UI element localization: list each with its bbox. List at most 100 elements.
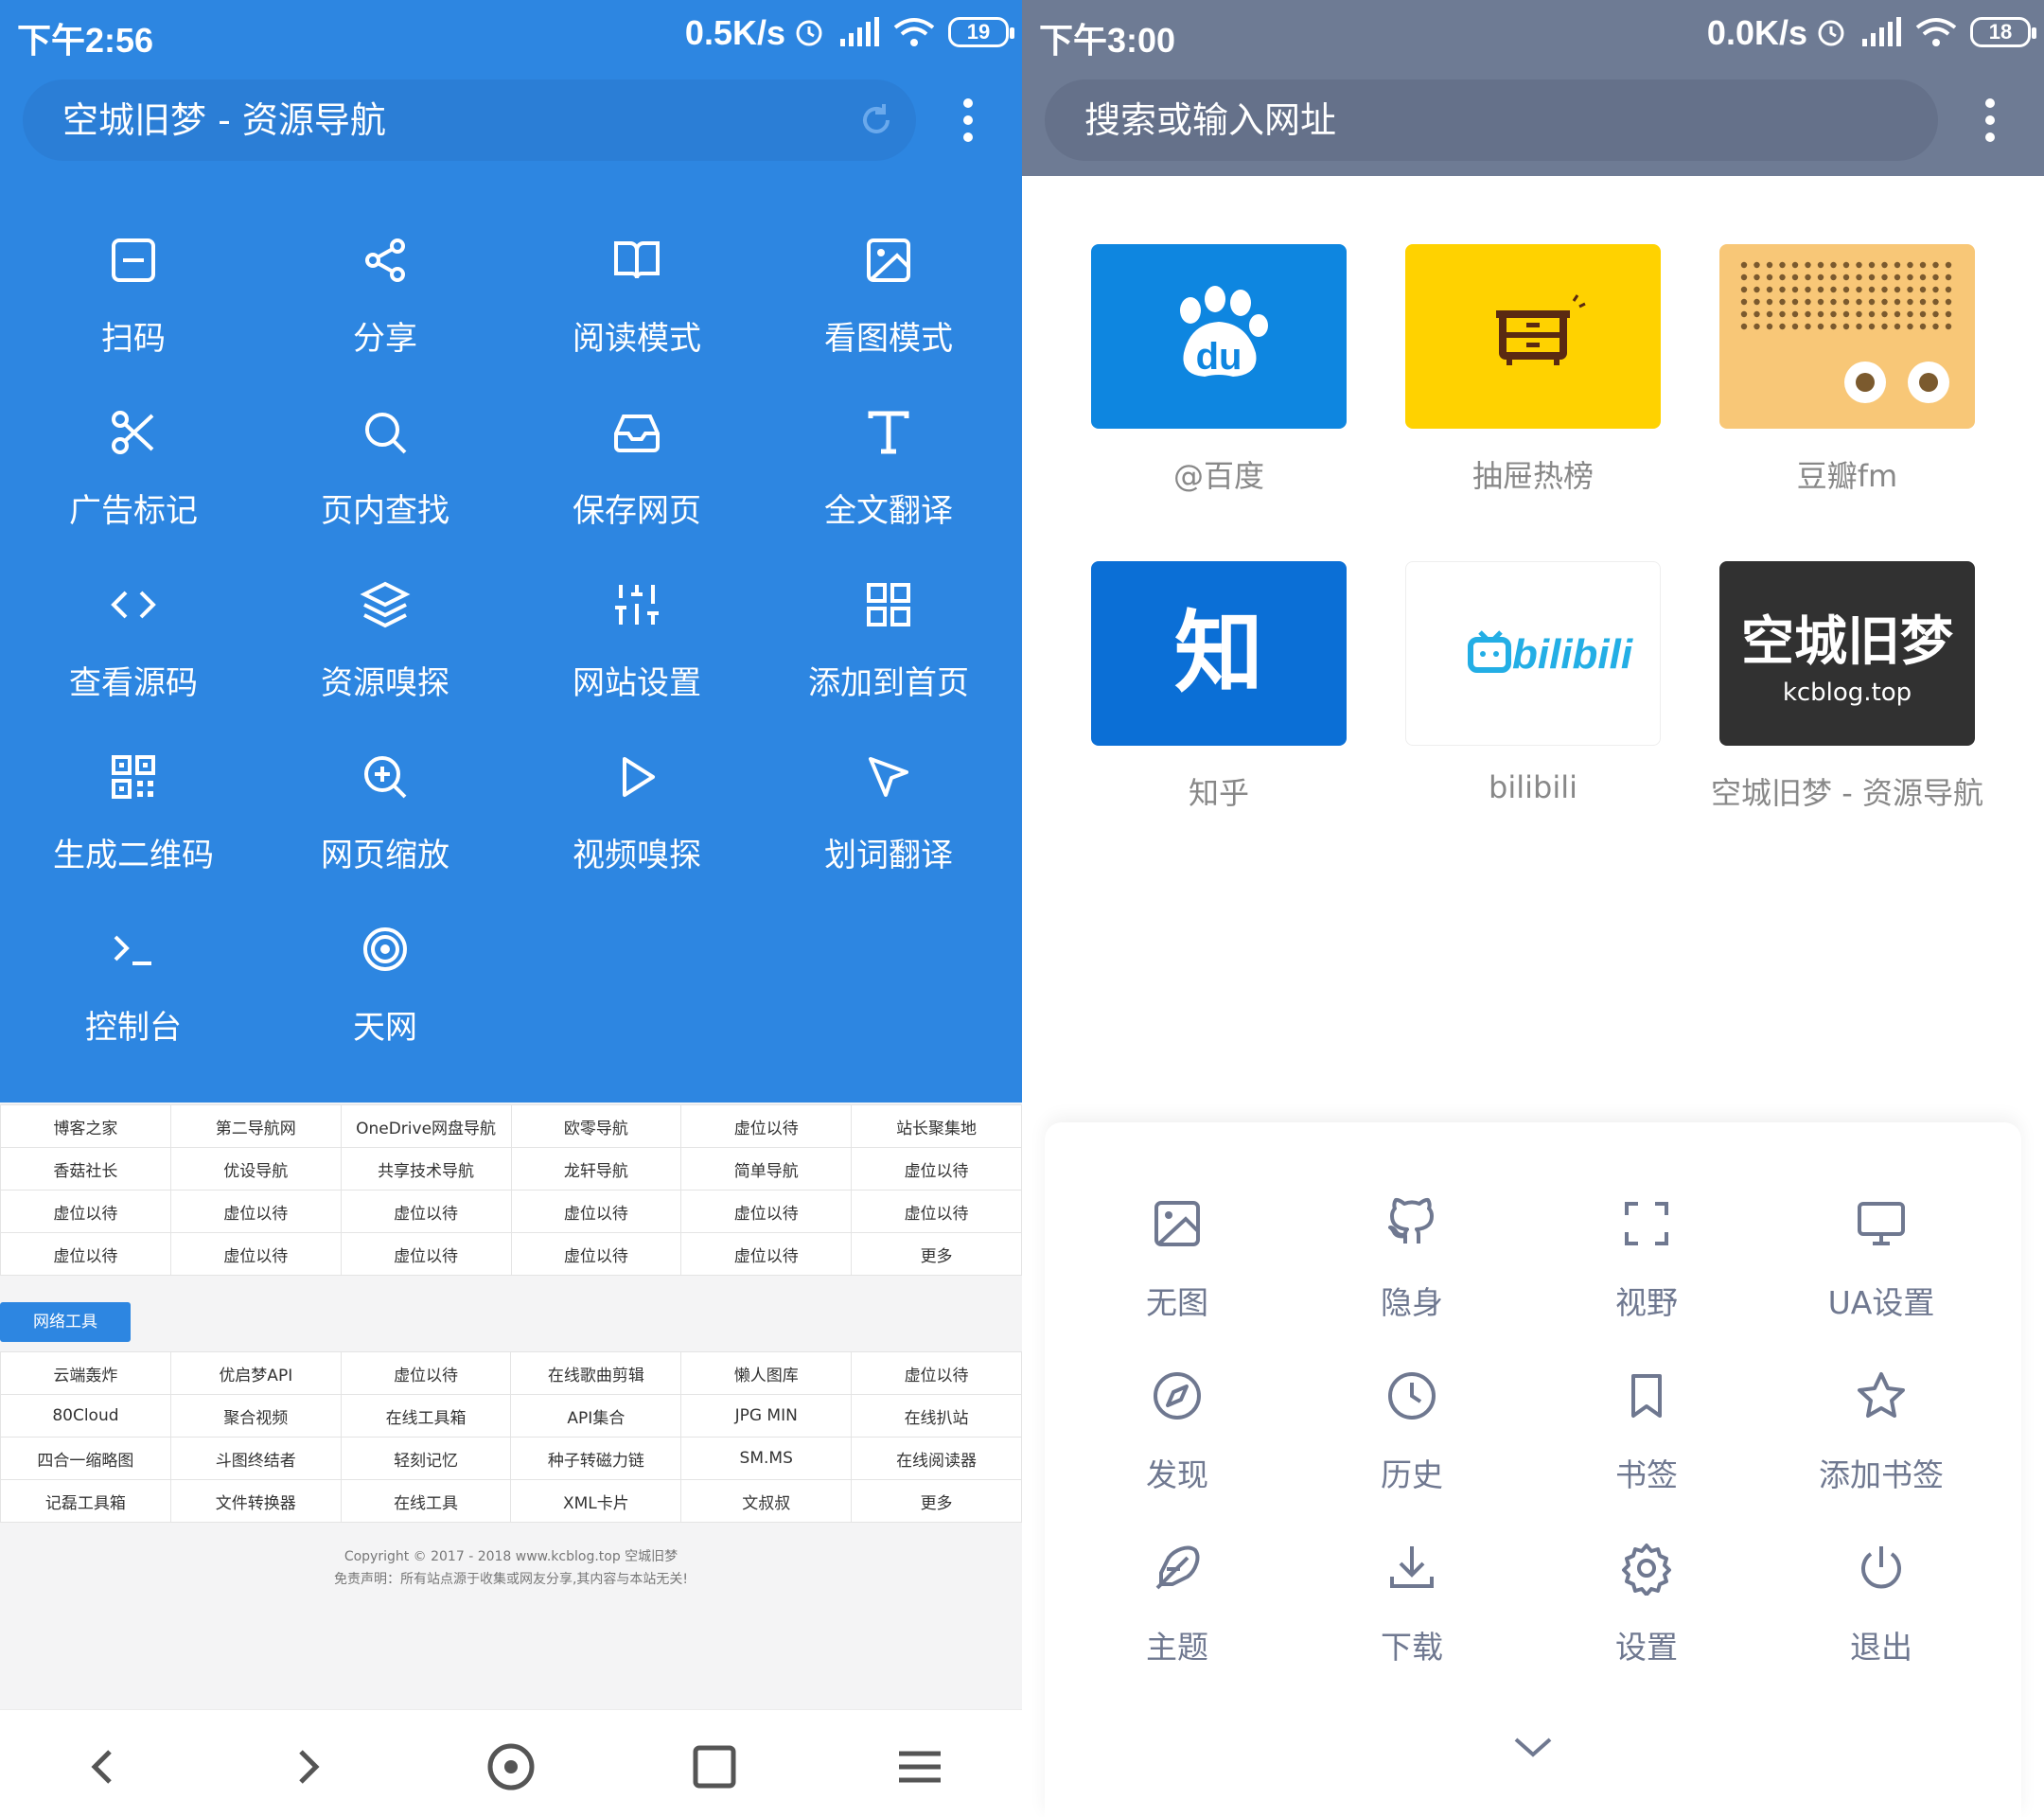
more-icon[interactable]	[959, 95, 978, 151]
link-cell[interactable]: 虚位以待	[680, 1104, 853, 1148]
link-cell[interactable]: 欧零导航	[510, 1104, 682, 1148]
link-cell[interactable]: 优启梦API	[169, 1351, 342, 1395]
link-cell[interactable]: 站长聚集地	[851, 1104, 1022, 1148]
menu-label: 下载	[1381, 1629, 1443, 1666]
link-cell[interactable]: 虚位以待	[169, 1190, 342, 1233]
link-cell[interactable]: 虚位以待	[851, 1147, 1022, 1191]
tile-douban-fm[interactable]	[1719, 244, 1975, 429]
link-cell[interactable]: 博客之家	[0, 1104, 171, 1148]
link-cell[interactable]: 虚位以待	[169, 1232, 342, 1276]
menu-item-save-page[interactable]: 保存网页	[511, 390, 763, 562]
menu-item-fullscreen[interactable]: 视野	[1529, 1181, 1764, 1353]
link-cell[interactable]: 懒人图库	[680, 1351, 853, 1395]
menu-item-resource-sniff[interactable]: 资源嗅探	[259, 562, 511, 734]
menu-item-page-zoom[interactable]: 网页缩放	[259, 734, 511, 907]
search-bar[interactable]: 搜索或输入网址	[1045, 79, 1938, 161]
link-cell[interactable]: 虚位以待	[510, 1190, 682, 1233]
link-cell[interactable]: 虚位以待	[680, 1190, 853, 1233]
link-cell[interactable]: 在线歌曲剪辑	[510, 1351, 682, 1395]
forward-icon[interactable]	[278, 1738, 335, 1795]
tile-baidu[interactable]: du	[1091, 244, 1347, 429]
menu-item-downloads[interactable]: 下载	[1295, 1526, 1529, 1698]
menu-item-bookmarks[interactable]: 书签	[1529, 1353, 1764, 1526]
link-cell[interactable]: JPG MIN	[680, 1394, 853, 1438]
link-cell[interactable]: OneDrive网盘导航	[340, 1104, 512, 1148]
link-cell[interactable]: 龙轩导航	[510, 1147, 682, 1191]
menu-item-console[interactable]: 控制台	[8, 907, 259, 1079]
tile-bilibili[interactable]: bilibili	[1405, 561, 1661, 746]
link-cell[interactable]: 虚位以待	[680, 1232, 853, 1276]
link-cell[interactable]: 聚合视频	[169, 1394, 342, 1438]
menu-icon[interactable]	[891, 1738, 948, 1795]
link-cell[interactable]: 虚位以待	[851, 1351, 1022, 1395]
menu-item-no-image[interactable]: 无图	[1060, 1181, 1295, 1353]
link-cell[interactable]: 香菇社长	[0, 1147, 171, 1191]
menu-item-word-translate[interactable]: 划词翻译	[763, 734, 1014, 907]
menu-item-scan[interactable]: 扫码	[8, 218, 259, 390]
more-icon[interactable]	[1981, 95, 2000, 151]
link-cell[interactable]: 简单导航	[680, 1147, 853, 1191]
link-cell[interactable]: 更多	[851, 1479, 1022, 1523]
link-cell[interactable]: 80Cloud	[0, 1394, 171, 1438]
tab-network-tools[interactable]: 网络工具	[0, 1302, 131, 1342]
link-cell[interactable]: 斗图终结者	[169, 1437, 342, 1480]
menu-item-discover[interactable]: 发现	[1060, 1353, 1295, 1526]
menu-item-exit[interactable]: 退出	[1764, 1526, 1999, 1698]
tile-label: bilibili	[1489, 769, 1577, 805]
menu-item-find-in-page[interactable]: 页内查找	[259, 390, 511, 562]
link-cell[interactable]: 在线阅读器	[851, 1437, 1022, 1480]
address-bar[interactable]: 空城旧梦 - 资源导航	[23, 79, 916, 161]
link-cell[interactable]: 虚位以待	[340, 1351, 512, 1395]
link-cell[interactable]: 在线工具箱	[340, 1394, 512, 1438]
menu-item-theme[interactable]: 主题	[1060, 1526, 1295, 1698]
menu-item-skynet[interactable]: 天网	[259, 907, 511, 1079]
menu-item-settings[interactable]: 设置	[1529, 1526, 1764, 1698]
link-cell[interactable]: SM.MS	[680, 1437, 853, 1480]
link-cell[interactable]: 虚位以待	[851, 1190, 1022, 1233]
menu-item-qrcode[interactable]: 生成二维码	[8, 734, 259, 907]
link-cell[interactable]: 虚位以待	[0, 1232, 171, 1276]
bilibili-logo-text: bilibili	[1512, 631, 1633, 678]
link-cell[interactable]: 文叔叔	[680, 1479, 853, 1523]
link-cell[interactable]: 虚位以待	[340, 1232, 512, 1276]
tile-kcblog[interactable]: 空城旧梦 kcblog.top	[1719, 561, 1975, 746]
link-cell[interactable]: 更多	[851, 1232, 1022, 1276]
reload-icon[interactable]	[855, 99, 897, 141]
tile-chouti[interactable]	[1405, 244, 1661, 429]
link-cell[interactable]: XML卡片	[510, 1479, 682, 1523]
menu-item-video-sniff[interactable]: 视频嗅探	[511, 734, 763, 907]
tile-zhihu[interactable]: 知	[1091, 561, 1347, 746]
menu-item-view-source[interactable]: 查看源码	[8, 562, 259, 734]
radio-icon	[1740, 261, 1952, 403]
chevron-down-icon[interactable]	[1505, 1728, 1561, 1766]
menu-item-reading-mode[interactable]: 阅读模式	[511, 218, 763, 390]
link-cell[interactable]: 文件转换器	[169, 1479, 342, 1523]
link-cell[interactable]: 虚位以待	[0, 1190, 171, 1233]
link-cell[interactable]: 共享技术导航	[340, 1147, 512, 1191]
menu-item-incognito[interactable]: 隐身	[1295, 1181, 1529, 1353]
home-icon[interactable]	[483, 1738, 539, 1795]
link-cell[interactable]: 在线工具	[340, 1479, 512, 1523]
menu-item-translate-page[interactable]: 全文翻译	[763, 390, 1014, 562]
link-cell[interactable]: 轻刻记忆	[340, 1437, 512, 1480]
menu-item-ad-mark[interactable]: 广告标记	[8, 390, 259, 562]
menu-item-add-to-home[interactable]: 添加到首页	[763, 562, 1014, 734]
menu-item-history[interactable]: 历史	[1295, 1353, 1529, 1526]
menu-item-add-bookmark[interactable]: 添加书签	[1764, 1353, 1999, 1526]
link-cell[interactable]: 虚位以待	[510, 1232, 682, 1276]
back-icon[interactable]	[76, 1738, 132, 1795]
link-cell[interactable]: 在线扒站	[851, 1394, 1022, 1438]
menu-item-image-mode[interactable]: 看图模式	[763, 218, 1014, 390]
link-cell[interactable]: API集合	[510, 1394, 682, 1438]
link-cell[interactable]: 优设导航	[169, 1147, 342, 1191]
link-cell[interactable]: 记磊工具箱	[0, 1479, 171, 1523]
link-cell[interactable]: 四合一缩略图	[0, 1437, 171, 1480]
menu-item-site-settings[interactable]: 网站设置	[511, 562, 763, 734]
menu-item-share[interactable]: 分享	[259, 218, 511, 390]
link-cell[interactable]: 第二导航网	[169, 1104, 342, 1148]
tabs-icon[interactable]	[686, 1738, 743, 1795]
menu-item-ua-settings[interactable]: UA设置	[1764, 1181, 1999, 1353]
link-cell[interactable]: 虚位以待	[340, 1190, 512, 1233]
link-cell[interactable]: 云端轰炸	[0, 1351, 171, 1395]
link-cell[interactable]: 种子转磁力链	[510, 1437, 682, 1480]
